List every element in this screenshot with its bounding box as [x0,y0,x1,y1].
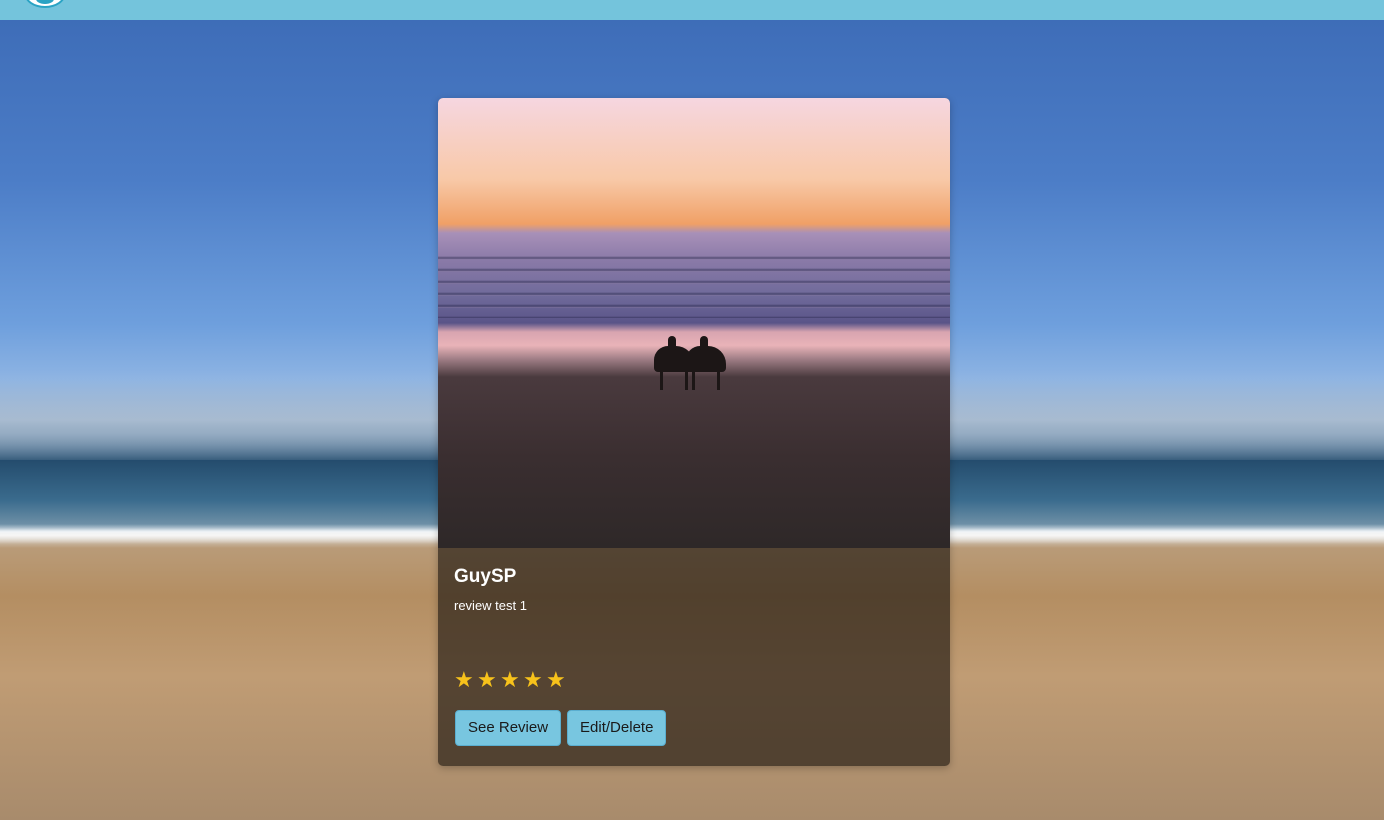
review-card: GuySP review test 1 ★ ★ ★ ★ ★ See Review Edi… [438,98,950,766]
card-title: GuySP [454,566,517,587]
see-review-button[interactable]: See Review [455,710,562,746]
star-rating: ★ ★ ★ ★ ★ [454,667,566,692]
star-icon: ★ [546,667,566,692]
edit-delete-button[interactable]: Edit/Delete [567,710,667,746]
star-icon: ★ [500,667,520,692]
card-text: review test 1 [454,598,527,613]
rider-silhouette [668,336,676,350]
star-icon: ★ [454,667,474,692]
card-actions: See Review Edit/Delete [455,710,667,746]
star-icon: ★ [477,667,497,692]
photo-waves [438,248,950,318]
rider-silhouette [700,336,708,350]
review-photo [438,98,950,548]
star-icon: ★ [523,667,543,692]
card-body: GuySP review test 1 ★ ★ ★ ★ ★ See Review Edi… [438,548,950,766]
site-logo[interactable] [24,0,66,8]
navbar [0,0,1384,20]
